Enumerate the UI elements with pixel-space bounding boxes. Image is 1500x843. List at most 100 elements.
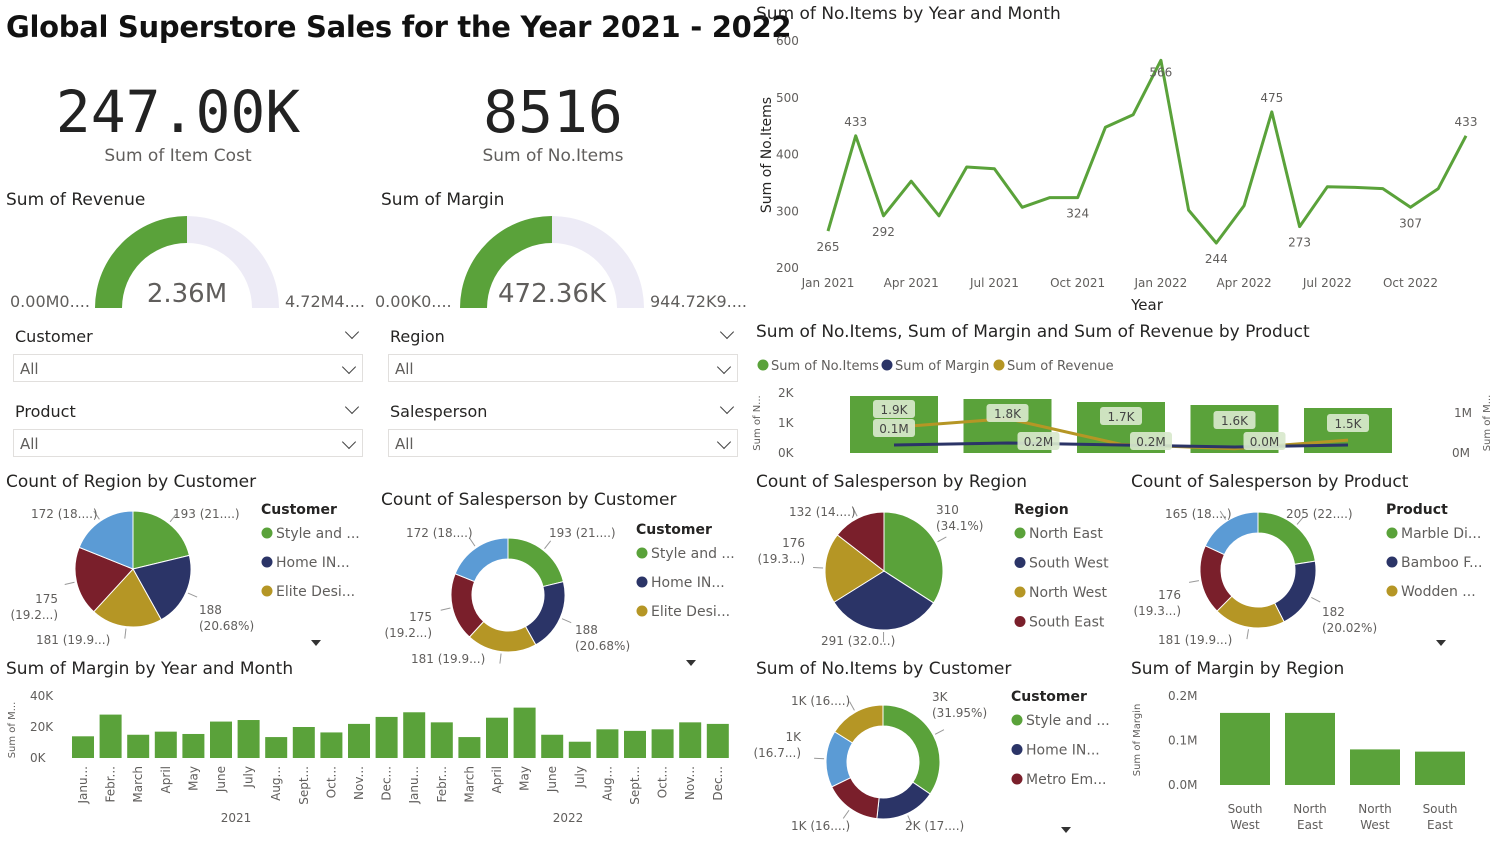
kpi-label: Sum of Item Cost xyxy=(104,146,252,166)
gauge-revenue: 2.36M 0.00M0.... 4.72M4.... xyxy=(10,216,365,311)
leader-line xyxy=(1189,580,1200,583)
year-label: 2021 xyxy=(221,811,252,825)
chevron-down-icon[interactable] xyxy=(719,324,735,340)
bar xyxy=(210,721,232,758)
kpi-value: 8516 xyxy=(483,78,623,146)
leader-line xyxy=(561,618,572,624)
series-line xyxy=(826,58,1468,245)
legend-label: Elite Desi... xyxy=(276,584,355,600)
data-label: 2K (17....) xyxy=(905,819,964,833)
data-label: 1.8K xyxy=(994,407,1022,421)
x-tick-label: Febr... xyxy=(104,766,118,803)
gauges-svg: 2.36M 0.00M0.... 4.72M4.... 472.36K 0.00K0.… xyxy=(10,216,747,311)
x-tick-label: Jul 2021 xyxy=(969,276,1019,290)
y2-tick-label: 0M xyxy=(1452,446,1470,460)
legend-dot xyxy=(636,547,648,559)
bar xyxy=(292,727,315,758)
legend-title: Product xyxy=(1386,502,1448,518)
bar xyxy=(320,732,343,758)
slicer-region: Region All xyxy=(385,324,740,387)
pie-slice xyxy=(450,573,485,638)
gauge-margin: 472.36K 0.00K0.... 944.72K9.... xyxy=(375,216,747,311)
bar xyxy=(679,722,702,758)
legend-dot xyxy=(881,359,893,371)
items-line-title: Sum of No.Items by Year and Month xyxy=(756,4,1061,24)
chevron-down-icon[interactable] xyxy=(716,434,732,450)
x-tick-label: Jan 2022 xyxy=(1133,276,1187,290)
x-tick-label: July xyxy=(573,766,587,789)
legend-label: Style and ... xyxy=(1026,713,1110,729)
data-label: 433 xyxy=(1455,115,1478,129)
data-label: 324 xyxy=(1066,207,1089,221)
kpi-label: Sum of No.Items xyxy=(482,146,624,166)
sp-by-region-title: Count of Salesperson by Region xyxy=(756,472,1028,492)
data-label: 175 (19.2...) xyxy=(10,592,58,622)
slicer-dropdown[interactable]: All xyxy=(13,354,363,382)
legend-dot xyxy=(1011,773,1023,785)
x-tick-label: Oct 2021 xyxy=(1050,276,1105,290)
x-tick-label: Jul 2022 xyxy=(1302,276,1352,290)
sp-by-customer-title: Count of Salesperson by Customer xyxy=(381,490,677,510)
data-label: 1K (16....) xyxy=(791,819,850,833)
bar xyxy=(154,731,177,758)
items-by-month-line-chart: 600 500 400 300 200Jan 2021 Apr 2021 Jul 2021 O… xyxy=(759,34,1478,314)
legend-dot xyxy=(1011,744,1023,755)
gauge-min-label: 0.00K0.... xyxy=(375,292,452,311)
margin-by-region-bar-chart: 0.2M 0.1M 0.0M Sum of Margin South West North E… xyxy=(1132,689,1465,832)
data-label: 433 xyxy=(844,115,867,129)
x-tick-label: Janu... xyxy=(76,766,90,805)
y-tick-label: 0.1M xyxy=(1168,734,1197,748)
legend-label: Sum of Margin xyxy=(895,359,989,374)
x-tick-label: Sept... xyxy=(297,766,311,805)
legend-label: South East xyxy=(1029,615,1105,631)
y-tick-label: 1K xyxy=(778,416,795,430)
legend-dot xyxy=(1386,527,1398,539)
slicer-dropdown[interactable]: All xyxy=(388,354,738,382)
x-tick-label: Oct 2022 xyxy=(1383,276,1438,290)
bar xyxy=(99,714,122,758)
chevron-down-icon[interactable] xyxy=(341,434,357,450)
x-tick-label: March xyxy=(131,766,145,803)
legend-dot xyxy=(1386,585,1398,597)
legend-label: Home IN... xyxy=(651,575,725,591)
chevron-down-icon[interactable] xyxy=(344,399,360,415)
bar xyxy=(1285,712,1335,785)
bar xyxy=(1220,712,1270,785)
data-label: 310 (34.1%) xyxy=(936,503,983,533)
bar xyxy=(596,729,619,758)
chevron-down-icon[interactable] xyxy=(341,359,357,375)
x-tick-label: Apr 2021 xyxy=(884,276,939,290)
x-tick-label: April xyxy=(159,766,173,793)
data-label: 291 (32.0...) xyxy=(821,634,895,648)
y-tick-label: 500 xyxy=(776,91,799,105)
chevron-down-icon[interactable] xyxy=(719,399,735,415)
legend-scroll-icon xyxy=(1061,827,1071,833)
legend-scroll-icon xyxy=(686,660,696,666)
x-tick-label: South West xyxy=(1228,802,1263,832)
bar xyxy=(375,716,398,758)
pie-slice xyxy=(454,537,509,583)
slicer-salesperson: Salesperson All xyxy=(385,399,740,462)
leader-line xyxy=(124,628,127,639)
chevron-down-icon[interactable] xyxy=(344,324,360,340)
legend-dot xyxy=(636,605,648,617)
data-label: 188 (20.68%) xyxy=(575,623,630,653)
legend-label: Sum of No.Items xyxy=(771,359,879,374)
slicer-dropdown[interactable]: All xyxy=(13,429,363,457)
data-label: 0.2M xyxy=(1136,435,1165,449)
bar xyxy=(486,717,508,758)
bar xyxy=(651,729,674,758)
y-tick-label: 0.2M xyxy=(1168,689,1197,703)
kpi-no-items-card: 8516 Sum of No.Items xyxy=(403,78,703,166)
chevron-down-icon[interactable] xyxy=(716,359,732,375)
data-label: 193 (21....) xyxy=(173,507,240,521)
slicer-value: All xyxy=(395,435,414,453)
sp-by-customer-donut: 193 (21....) 188 (20.68%) 181 (19.9...) 175(… xyxy=(384,522,735,666)
x-tick-label: North East xyxy=(1293,802,1327,832)
leader-line xyxy=(499,653,502,664)
legend-label: Home IN... xyxy=(1026,743,1100,759)
x-tick-label: July xyxy=(242,766,256,789)
slicer-dropdown[interactable]: All xyxy=(388,429,738,457)
data-label: 566 xyxy=(1149,65,1172,79)
legend-label: South West xyxy=(1029,556,1109,572)
